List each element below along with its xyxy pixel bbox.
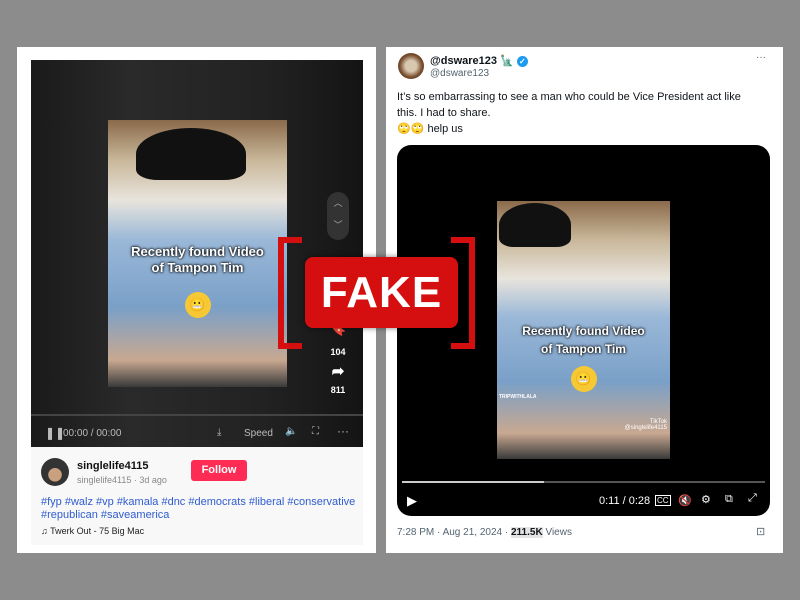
avatar[interactable] — [41, 458, 69, 486]
username[interactable]: singlelife4115 — [77, 460, 149, 472]
tiktok-watermark: TikTok @singlelife4115 — [624, 419, 667, 431]
grimace-emoji: 😬 — [184, 292, 211, 318]
handle[interactable]: @dsware123 — [430, 68, 489, 79]
chevron-up-icon[interactable]: ︿ — [327, 192, 349, 214]
user-subline: singlelife4115 · 3d ago — [77, 475, 167, 485]
fullscreen-icon[interactable]: ⛶ — [312, 426, 319, 437]
verified-badge-icon: ✓ — [516, 56, 528, 67]
fullscreen-icon[interactable]: ⤢ — [748, 492, 757, 505]
grok-analyze-icon[interactable]: ⊡ — [756, 525, 765, 538]
tweet-text-line: 🙄🙄 help us — [397, 123, 463, 135]
timestamp[interactable]: 7:28 PM · Aug 21, 2024 · — [397, 527, 511, 538]
tweet-text-line: this. I had to share. — [397, 107, 491, 119]
time-display: 0:11 / 0:28 — [599, 495, 651, 507]
progress-bar[interactable] — [31, 414, 363, 416]
progress-bar[interactable] — [402, 481, 765, 483]
play-icon[interactable]: ▶ — [407, 493, 417, 509]
tweet-meta: 7:28 PM · Aug 21, 2024 · 211.5K Views — [397, 527, 572, 538]
tweet-text-line: It’s so embarrassing to see a man who co… — [397, 91, 741, 103]
hashtags[interactable]: #fyp #walz #vp #kamala #dnc #democrats #… — [41, 496, 355, 522]
bookmark-count: 104 — [330, 347, 346, 357]
more-icon[interactable]: ··· — [756, 52, 766, 63]
statue-of-liberty-emoji: 🗽 — [500, 55, 514, 67]
watermark: TRIPWITHLALA — [499, 394, 537, 400]
video-frame: Recently found Video of Tampon Tim 😬 — [108, 120, 287, 387]
video-frame: Recently found Video of Tampon Tim 😬 TRI… — [497, 201, 670, 459]
video-caption: Recently found Video — [522, 324, 645, 338]
scroll-nav[interactable]: ︿ ﹀ — [327, 192, 349, 240]
sound-name[interactable]: Twerk Out - 75 Big Mac — [50, 526, 144, 536]
tiktok-video-player[interactable]: Recently found Video of Tampon Tim 😬 ︿ ﹀ … — [31, 60, 363, 447]
share-count: 811 — [330, 385, 346, 395]
video-caption: of Tampon Tim — [541, 342, 626, 356]
views-count: 211.5K — [510, 527, 543, 538]
mute-icon[interactable]: 🔇 — [678, 494, 692, 507]
hashtags-line[interactable]: #fyp #walz #vp #kamala #dnc #democrats #… — [41, 496, 355, 509]
chevron-down-icon[interactable]: ﹀ — [327, 214, 349, 236]
follow-button[interactable]: Follow — [191, 460, 247, 481]
views-label: Views — [542, 527, 572, 538]
grimace-emoji: 😬 — [570, 366, 597, 392]
left-bracket — [278, 237, 302, 349]
pip-icon[interactable]: ⤓ — [217, 427, 221, 438]
speed-button[interactable]: Speed — [244, 428, 273, 439]
video-caption: Recently found Video — [131, 244, 264, 259]
fake-label: FAKE — [305, 257, 458, 328]
captions-icon[interactable]: CC — [655, 495, 671, 506]
volume-icon[interactable]: 🔈 — [285, 426, 297, 437]
video-caption: of Tampon Tim — [151, 260, 244, 275]
music-note-icon: ♫ — [41, 526, 51, 536]
share-icon[interactable]: ➦ — [326, 362, 350, 380]
display-name[interactable]: @dsware123 🗽 ✓ — [430, 54, 528, 67]
sound-link[interactable]: ♫ Twerk Out - 75 Big Mac — [41, 526, 144, 536]
progress-fill — [402, 481, 544, 483]
tiktok-info: singlelife4115 singlelife4115 · 3d ago F… — [31, 447, 363, 545]
pip-icon[interactable]: ⧉ — [725, 493, 733, 506]
settings-icon[interactable]: ⚙ — [701, 493, 711, 506]
avatar[interactable] — [398, 53, 424, 79]
more-icon[interactable]: ··· — [337, 424, 349, 438]
tweet-text: It’s so embarrassing to see a man who co… — [397, 89, 741, 137]
time-display: 00:00 / 00:00 — [63, 428, 122, 439]
cowboy-hat — [499, 203, 571, 247]
cowboy-hat — [136, 128, 246, 180]
hashtags-line[interactable]: #republican #saveamerica — [41, 509, 355, 522]
